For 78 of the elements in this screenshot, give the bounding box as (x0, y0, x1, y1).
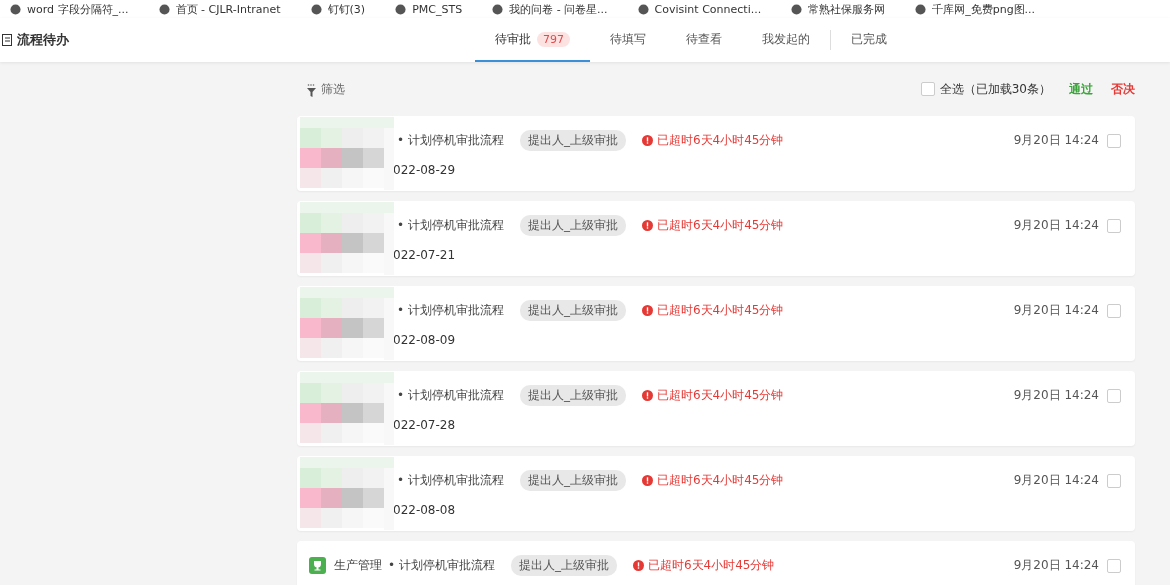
bookmark-icon (492, 3, 504, 15)
overdue-label: 已超时6天4小时45分钟 (656, 132, 784, 149)
checkbox[interactable] (1107, 218, 1121, 233)
filter-icon (307, 83, 317, 98)
reject-button[interactable]: 否决 (1111, 80, 1135, 98)
date-label: 022-07-28 (393, 418, 456, 432)
page-title: 流程待办 (17, 31, 69, 49)
bookmark-link[interactable]: 钉钉(3) (327, 1, 366, 17)
stage-tag: 提出人_上级审批 (519, 470, 626, 491)
checkbox[interactable] (920, 82, 935, 96)
task-card[interactable]: • 计划停机审批流程 提出人_上级审批 已超时6天4小时45分钟 9月20日 14:24 022-07-21 (297, 201, 1135, 276)
task-card[interactable]: • 计划停机审批流程 提出人_上级审批 已超时6天4小时45分钟 9月20日 14:24 022-08-09 (297, 286, 1135, 361)
warning-icon (641, 390, 653, 401)
task-card[interactable]: • 计划停机审批流程 提出人_上级审批 已超时6天4小时45分钟 9月20日 14:24 022-07-28 (297, 371, 1135, 446)
warning-icon (641, 475, 653, 486)
bookmark-link[interactable]: 常熟社保服务网 (808, 1, 886, 17)
trophy-icon (309, 557, 326, 574)
bookmark-icon (791, 3, 803, 15)
checkbox[interactable] (1107, 388, 1121, 403)
stage-tag: 提出人_上级审批 (510, 555, 617, 576)
timestamp: 9月20日 14:24 (1013, 472, 1099, 489)
tab[interactable]: 待填写 (590, 18, 666, 62)
timestamp: 9月20日 14:24 (1013, 387, 1099, 404)
select-all-label[interactable]: 全选（已加载30条） (939, 80, 1051, 98)
tab[interactable]: 我发起的 (742, 18, 830, 62)
overdue-label: 已超时6天4小时45分钟 (656, 472, 784, 489)
warning-icon (641, 135, 653, 146)
bookmark-link[interactable]: word 字段分隔符_... (27, 1, 129, 17)
task-card[interactable]: 生产管理 • 计划停机审批流程 提出人_上级审批 已超时6天4小时45分钟 9月20日 14:24 (297, 541, 1135, 585)
checkbox[interactable] (1107, 558, 1121, 573)
overdue-label: 已超时6天4小时45分钟 (656, 217, 784, 234)
filter-button[interactable]: 筛选 (297, 80, 345, 98)
category-label: 生产管理 (334, 557, 382, 574)
checkbox[interactable] (1107, 133, 1121, 148)
stage-tag: 提出人_上级审批 (519, 300, 626, 321)
process-name: • 计划停机审批流程 (397, 132, 504, 149)
bookmark-link[interactable]: 千库网_免费png图... (932, 1, 1036, 17)
warning-icon (641, 305, 653, 316)
tab[interactable]: 待查看 (666, 18, 742, 62)
process-name: • 计划停机审批流程 (397, 387, 504, 404)
timestamp: 9月20日 14:24 (1013, 302, 1099, 319)
timestamp: 9月20日 14:24 (1013, 217, 1099, 234)
bookmark-icon (915, 3, 927, 15)
bookmark-icon (158, 3, 170, 15)
warning-icon (632, 560, 644, 571)
process-name: • 计划停机审批流程 (397, 302, 504, 319)
overdue-label: 已超时6天4小时45分钟 (647, 557, 775, 574)
bookmark-icon (637, 3, 649, 15)
overdue-label: 已超时6天4小时45分钟 (656, 387, 784, 404)
process-name: • 计划停机审批流程 (397, 472, 504, 489)
date-label: 022-08-08 (393, 503, 456, 517)
timestamp: 9月20日 14:24 (1013, 132, 1099, 149)
checkbox[interactable] (1107, 473, 1121, 488)
process-name: • 计划停机审批流程 (397, 217, 504, 234)
timestamp: 9月20日 14:24 (1013, 557, 1099, 574)
checkbox[interactable] (1107, 303, 1121, 318)
stage-tag: 提出人_上级审批 (519, 385, 626, 406)
bookmark-link[interactable]: 我的问卷 - 问卷星... (509, 1, 608, 17)
bookmark-link[interactable]: 首页 - CJLR-Intranet (175, 1, 281, 17)
bookmark-link[interactable]: PMC_STS (412, 2, 463, 16)
list-icon (2, 34, 12, 46)
bookmark-icon (395, 3, 407, 15)
stage-tag: 提出人_上级审批 (519, 130, 626, 151)
bookmark-link[interactable]: Covisint Connecti... (654, 2, 762, 16)
task-card[interactable]: • 计划停机审批流程 提出人_上级审批 已超时6天4小时45分钟 9月20日 14:24 022-08-08 (297, 456, 1135, 531)
tab[interactable]: 已完成 (831, 18, 907, 62)
warning-icon (641, 220, 653, 231)
date-label: 022-08-09 (393, 333, 456, 347)
tab[interactable]: 待审批 797 (475, 18, 590, 62)
overdue-label: 已超时6天4小时45分钟 (656, 302, 784, 319)
process-name: • 计划停机审批流程 (388, 557, 495, 574)
stage-tag: 提出人_上级审批 (519, 215, 626, 236)
count-badge: 797 (537, 31, 570, 47)
bookmark-icon (10, 3, 21, 15)
date-label: 022-07-21 (393, 248, 456, 262)
date-label: 022-08-29 (393, 163, 456, 177)
bookmark-icon (310, 3, 322, 15)
task-card[interactable]: • 计划停机审批流程 提出人_上级审批 已超时6天4小时45分钟 9月20日 14:24 022-08-29 (297, 116, 1135, 191)
